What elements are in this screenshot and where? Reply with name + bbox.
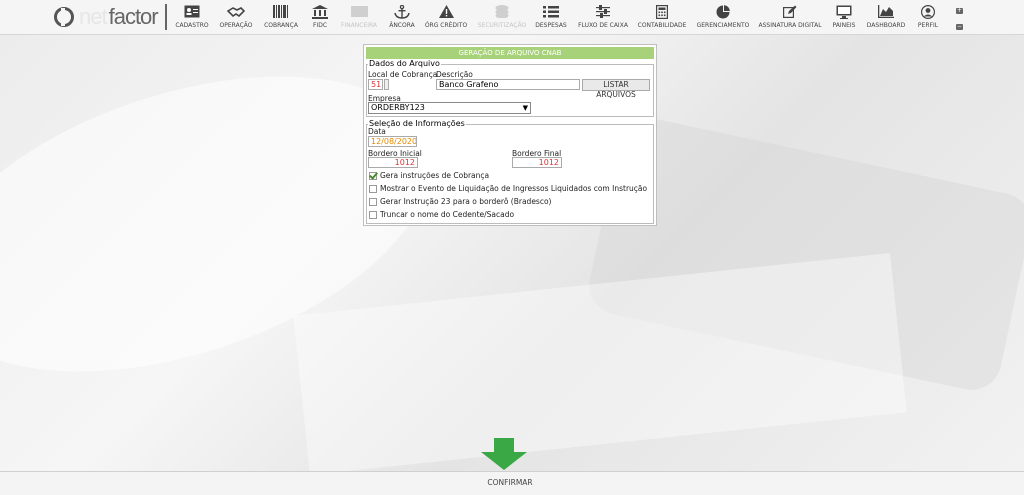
bank-icon: [312, 4, 328, 19]
area-chart-icon: [878, 4, 894, 19]
mostrar-evento-checkbox[interactable]: [369, 184, 377, 193]
nav-perfil[interactable]: PERFIL: [917, 4, 939, 30]
data-label: Data: [368, 127, 386, 136]
nav-despesas[interactable]: DESPESAS: [535, 4, 567, 30]
nav-cadastro[interactable]: CADASTRO: [175, 4, 209, 30]
nav-contabilidade[interactable]: CONTABILIDADE: [638, 4, 686, 30]
local-cobranca-lookup-button[interactable]: [384, 79, 389, 90]
netfactor-logo: net factor: [54, 4, 159, 29]
local-cobranca-label: Local de Cobrança: [368, 70, 438, 79]
nav-fidc[interactable]: FIDC: [311, 4, 329, 30]
nav-cobranca[interactable]: COBRANÇA: [264, 4, 298, 30]
data-input[interactable]: 12/08/2020: [368, 136, 417, 147]
bordero-inicial-input[interactable]: 1012: [368, 157, 418, 168]
handshake-icon: [227, 4, 245, 19]
nav-operacao[interactable]: OPERAÇÃO: [219, 4, 253, 30]
cnab-generation-panel: GERAÇÃO DE ARQUIVO CNAB Dados do Arquivo…: [363, 44, 657, 226]
nav-dashboard[interactable]: DASHBOARD: [867, 4, 905, 30]
empresa-select[interactable]: ORDERBY123 ▼: [368, 102, 531, 114]
calculator-icon: [656, 4, 668, 19]
logo-separator: [165, 4, 167, 30]
nav-assinatura-digital[interactable]: ASSINATURA DIGITAL: [758, 4, 822, 30]
empresa-value: ORDERBY123: [371, 103, 425, 112]
dados-arquivo-legend: Dados do Arquivo: [369, 59, 440, 68]
nav-financeira[interactable]: FINANCEIRA: [341, 4, 377, 30]
top-navigation-bar: net factor CADASTRO OPERAÇÃO COBRANÇA FI…: [0, 0, 1024, 35]
nav-org-credito[interactable]: ÓRG CRÉDITO: [425, 4, 467, 30]
sliders-icon: [596, 4, 610, 19]
instrucao-23-checkbox[interactable]: [369, 197, 377, 206]
chevron-down-icon: ▼: [522, 104, 528, 112]
local-cobranca-input[interactable]: 51: [368, 79, 383, 90]
footer-bar: CONFIRMAR: [0, 471, 1024, 495]
instrucao-23-option[interactable]: Gerar Instrução 23 para o borderô (Brade…: [369, 196, 551, 207]
zoom-in-icon[interactable]: +: [956, 8, 963, 14]
zoom-out-icon[interactable]: −: [956, 24, 963, 30]
arrow-down-icon[interactable]: [481, 438, 527, 474]
nav-gerenciamento[interactable]: GERENCIAMENTO: [697, 4, 749, 30]
barcode-icon: [273, 4, 289, 19]
money-icon: [350, 4, 368, 19]
nav-fluxo-de-caixa[interactable]: FLUXO DE CAIXA: [578, 4, 628, 30]
list-icon: [543, 4, 559, 19]
edit-icon: [783, 4, 797, 19]
truncar-nome-checkbox[interactable]: [369, 210, 377, 219]
nav-ancora[interactable]: ÂNCORA: [389, 4, 415, 30]
gera-instrucoes-checkbox[interactable]: [369, 171, 377, 180]
bordero-final-input[interactable]: 1012: [512, 157, 562, 168]
descricao-input[interactable]: Banco Grafeno: [436, 79, 580, 90]
panel-title: GERAÇÃO DE ARQUIVO CNAB: [366, 47, 654, 59]
mostrar-evento-option[interactable]: Mostrar o Evento de Liquidação de Ingres…: [369, 183, 647, 194]
pie-chart-icon: [716, 4, 730, 19]
anchor-icon: [394, 4, 410, 19]
nav-paineis[interactable]: PAINEIS: [832, 4, 856, 30]
listar-arquivos-button[interactable]: LISTAR ARQUIVOS: [582, 79, 650, 99]
descricao-label: Descrição: [436, 70, 473, 79]
coins-icon: [495, 4, 509, 19]
nav-securitizacao[interactable]: SECURITIZAÇÃO: [478, 4, 526, 30]
id-card-icon: [184, 4, 200, 19]
user-icon: [921, 4, 935, 19]
truncar-nome-option[interactable]: Truncar o nome do Cedente/Sacado: [369, 209, 514, 220]
confirm-button[interactable]: CONFIRMAR: [470, 478, 550, 487]
gera-instrucoes-option[interactable]: Gera instruções de Cobrança: [369, 170, 489, 181]
monitor-icon: [836, 4, 852, 19]
warning-icon: [438, 4, 454, 19]
